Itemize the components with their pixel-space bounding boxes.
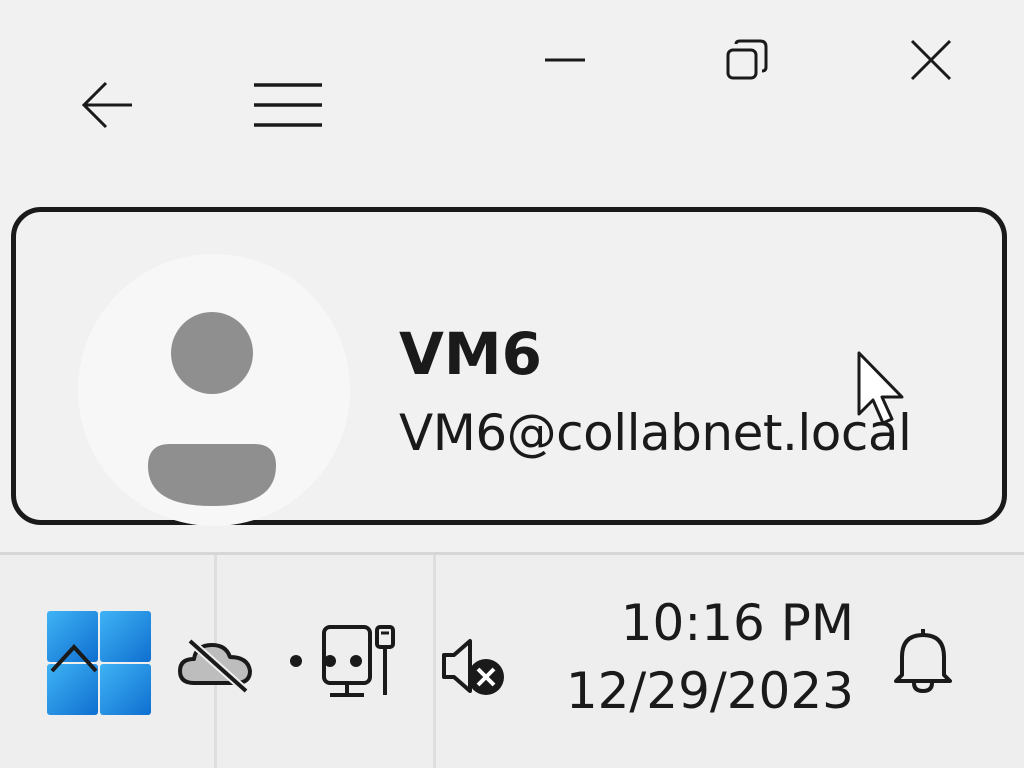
mouse-cursor-icon (857, 351, 904, 425)
taskbar-divider (433, 555, 436, 768)
onedrive-offline-icon (178, 638, 252, 694)
volume-button[interactable] (440, 635, 508, 702)
taskbar-clock[interactable]: 10:16 PM 12/29/2023 (566, 591, 854, 727)
back-button[interactable] (68, 70, 148, 140)
account-window: VM6 VM6@collabnet.local (0, 0, 1024, 552)
restore-button[interactable] (712, 30, 782, 90)
notification-button[interactable] (890, 627, 956, 698)
close-button[interactable] (896, 30, 966, 90)
menu-button[interactable] (248, 70, 328, 140)
account-name: VM6 (399, 320, 542, 388)
taskbar: 10:16 PM 12/29/2023 (0, 555, 1024, 768)
chevron-up-icon (50, 644, 98, 673)
bell-icon (894, 629, 952, 694)
minimize-button[interactable] (530, 30, 600, 90)
onedrive-button[interactable] (176, 633, 256, 700)
minimize-icon (545, 58, 585, 62)
network-button[interactable] (286, 623, 398, 704)
hamburger-menu-icon (254, 83, 322, 127)
restore-icon (726, 39, 768, 80)
show-hidden-icons-button[interactable] (48, 641, 100, 680)
volume-muted-icon (442, 639, 504, 695)
close-icon (910, 39, 952, 81)
avatar (78, 254, 350, 526)
arrow-left-icon (81, 81, 132, 129)
clock-time: 10:16 PM (620, 594, 854, 652)
network-ethernet-icon (290, 625, 395, 697)
account-email: VM6@collabnet.local (399, 404, 912, 462)
user-avatar-icon (148, 312, 276, 506)
clock-date: 12/29/2023 (565, 662, 854, 720)
